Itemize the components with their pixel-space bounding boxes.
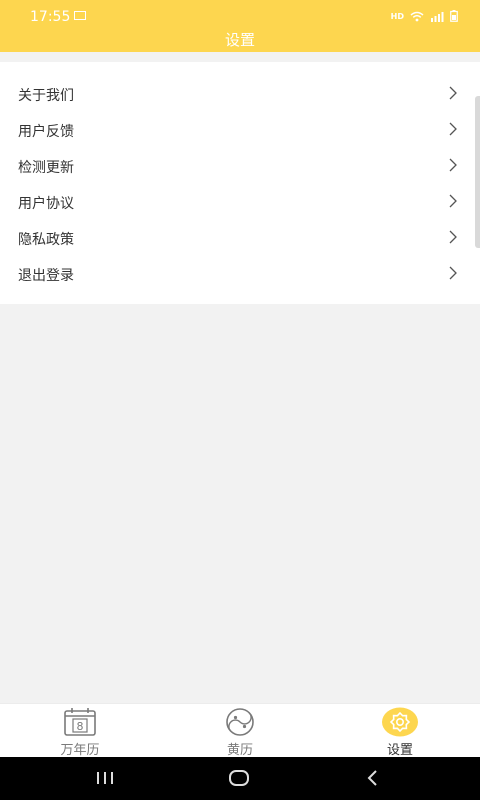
calendar-day-number: 8 (77, 720, 84, 733)
page-title: 设置 (224, 31, 255, 49)
tab-almanac[interactable]: 黄历 (160, 704, 320, 758)
menu-item-about-us[interactable]: 关于我们 (0, 76, 480, 112)
scrollbar[interactable] (475, 96, 480, 248)
tab-label: 黄历 (226, 743, 253, 758)
menu-item-label: 用户反馈 (18, 124, 74, 140)
calendar-icon: 8 (64, 708, 96, 736)
menu-item-user-agreement[interactable]: 用户协议 (0, 184, 480, 220)
gear-icon (382, 707, 418, 737)
menu-item-check-update[interactable]: 检测更新 (0, 148, 480, 184)
menu-item-label: 退出登录 (18, 268, 74, 284)
gallery-notification-icon (74, 11, 86, 20)
header-spacer (0, 52, 480, 62)
app-header: 设置 (0, 28, 480, 52)
status-bar: 17:55 HD (0, 0, 480, 28)
chevron-right-icon (449, 230, 457, 244)
status-time: 17:55 (30, 9, 71, 25)
chevron-right-icon (449, 122, 457, 136)
menu-item-label: 隐私政策 (18, 232, 74, 248)
home-icon[interactable] (228, 768, 250, 788)
tab-label: 设置 (386, 743, 413, 758)
recent-apps-icon[interactable] (94, 768, 116, 788)
chevron-right-icon (449, 266, 457, 280)
back-icon[interactable] (362, 768, 384, 788)
menu-item-logout[interactable]: 退出登录 (0, 256, 480, 292)
chevron-right-icon (449, 86, 457, 100)
system-nav-bar (0, 757, 480, 800)
menu-item-privacy-policy[interactable]: 隐私政策 (0, 220, 480, 256)
menu-item-label: 关于我们 (18, 88, 74, 104)
bottom-tab-bar: 8 万年历 黄历 设置 (0, 703, 480, 758)
yin-yang-icon (226, 708, 254, 736)
tab-settings[interactable]: 设置 (320, 704, 480, 758)
settings-menu: 关于我们 用户反馈 检测更新 用户协议 隐私政策 退出登录 (0, 62, 480, 304)
wifi-icon (410, 11, 424, 21)
battery-icon (450, 10, 458, 22)
hd-indicator: HD (390, 11, 404, 21)
chevron-right-icon (449, 158, 457, 172)
chevron-right-icon (449, 194, 457, 208)
signal-icon (431, 11, 444, 22)
menu-item-label: 用户协议 (18, 196, 74, 212)
status-icons: HD (391, 10, 458, 22)
tab-label: 万年历 (60, 743, 100, 758)
menu-item-feedback[interactable]: 用户反馈 (0, 112, 480, 148)
menu-item-label: 检测更新 (18, 160, 74, 176)
tab-calendar[interactable]: 8 万年历 (0, 704, 160, 758)
